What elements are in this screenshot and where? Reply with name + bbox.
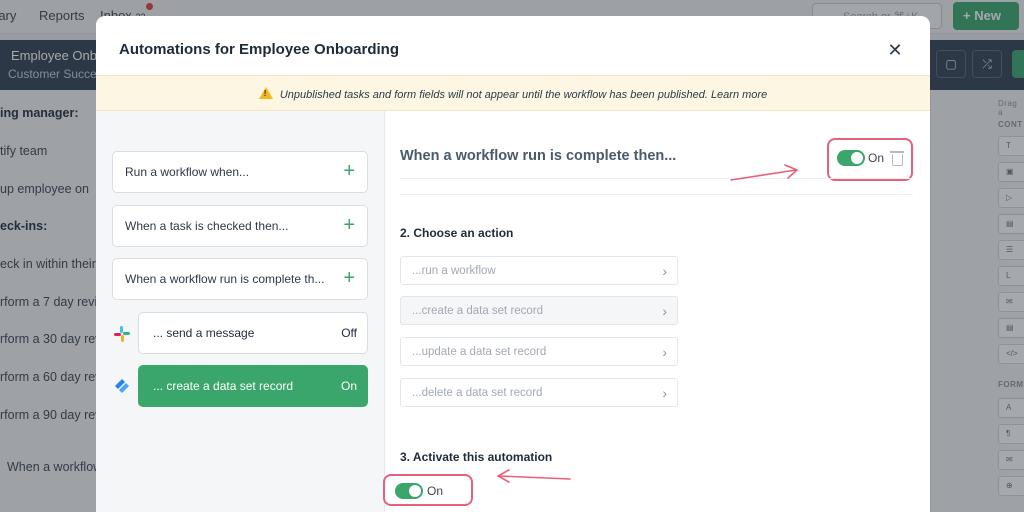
action-send-message[interactable]: ... send a message Off <box>138 312 368 354</box>
warning-text: Unpublished tasks and form fields will n… <box>279 89 768 101</box>
chevron-right-icon: › <box>662 385 667 401</box>
plus-icon[interactable]: + <box>343 160 355 182</box>
toggle-knob <box>851 152 863 164</box>
option-run-workflow[interactable]: ...run a workflow › <box>400 256 678 285</box>
plus-icon[interactable]: + <box>343 267 355 289</box>
chevron-right-icon: › <box>662 263 667 279</box>
divider <box>400 178 913 179</box>
action-state: Off <box>341 326 357 340</box>
option-label: ...create a data set record <box>412 305 544 317</box>
warning-banner: ! Unpublished tasks and form fields will… <box>96 75 930 111</box>
toggle-knob <box>409 485 421 497</box>
option-label: ...delete a data set record <box>412 387 543 399</box>
trigger-label: When a workflow run is complete th... <box>125 272 325 286</box>
option-label: ...run a workflow <box>412 265 496 277</box>
data-set-icon <box>115 379 129 393</box>
trigger-workflow-complete[interactable]: When a workflow run is complete th... + <box>112 258 368 300</box>
automations-modal: Automations for Employee Onboarding ✕ ! … <box>96 16 930 512</box>
action-state: On <box>340 379 357 393</box>
divider <box>400 194 913 195</box>
trigger-label: When a task is checked then... <box>125 219 289 233</box>
activate-toggle[interactable] <box>395 483 423 499</box>
option-delete-data-set-record[interactable]: ...delete a data set record › <box>400 378 678 407</box>
plus-icon[interactable]: + <box>343 214 355 236</box>
action-create-data-set-record[interactable]: ... create a data set record On <box>138 365 368 407</box>
option-create-data-set-record[interactable]: ...create a data set record › <box>400 296 678 325</box>
slack-icon <box>114 326 130 342</box>
close-icon[interactable]: ✕ <box>884 40 906 62</box>
warning-icon: ! <box>258 87 273 99</box>
trash-icon[interactable] <box>890 151 904 166</box>
trigger-label: Run a workflow when... <box>125 165 250 179</box>
detail-heading: When a workflow run is complete then... <box>400 148 677 164</box>
trigger-run-workflow[interactable]: Run a workflow when... + <box>112 151 368 193</box>
option-update-data-set-record[interactable]: ...update a data set record › <box>400 337 678 366</box>
trigger-task-checked[interactable]: When a task is checked then... + <box>112 205 368 247</box>
automation-list: Run a workflow when... + When a task is … <box>96 111 385 512</box>
toggle-label: On <box>868 151 885 165</box>
action-label: ... send a message <box>153 326 255 340</box>
chevron-right-icon: › <box>662 344 667 360</box>
action-label: ... create a data set record <box>153 379 294 393</box>
option-label: ...update a data set record <box>412 346 547 358</box>
activate-heading: 3. Activate this automation <box>400 450 553 464</box>
chevron-right-icon: › <box>662 303 667 319</box>
activate-toggle-label: On <box>427 484 444 498</box>
automation-toggle[interactable] <box>837 150 865 166</box>
automation-detail: When a workflow run is complete then... … <box>383 111 930 512</box>
choose-action-heading: 2. Choose an action <box>400 226 514 240</box>
modal-title: Automations for Employee Onboarding <box>119 41 400 58</box>
